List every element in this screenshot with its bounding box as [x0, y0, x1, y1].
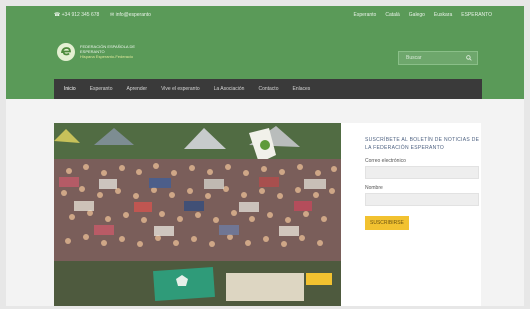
newsletter-title: SUSCRÍBETE AL BOLETÍN DE NOTICIAS DE LA …	[365, 137, 480, 151]
nav-item-aprender[interactable]: Aprender	[126, 86, 147, 92]
main-nav: Inicio Esperanto Aprender Vive el espera…	[54, 79, 482, 99]
nav-item-enlaces[interactable]: Enlaces	[292, 86, 310, 92]
language-links: Esperanto Català Galego Euskara ESPERANT…	[354, 12, 492, 18]
subscribe-button[interactable]: SUSCRIBIRSE	[365, 216, 409, 230]
top-link-esperanto-2[interactable]: ESPERANTO	[461, 12, 492, 18]
esperanto-logo[interactable]	[56, 42, 76, 62]
email-label: Correo electrónico	[365, 158, 406, 164]
nav-item-contacto[interactable]: Contacto	[258, 86, 278, 92]
content-area: SUSCRÍBETE AL BOLETÍN DE NOTICIAS DE LA …	[54, 123, 481, 306]
nav-item-vive[interactable]: Vive el esperanto	[161, 86, 200, 92]
top-link-basque[interactable]: Euskara	[434, 12, 452, 18]
newsletter-panel: SUSCRÍBETE AL BOLETÍN DE NOTICIAS DE LA …	[365, 136, 481, 230]
top-link-catalan[interactable]: Català	[385, 12, 399, 18]
name-field[interactable]	[365, 193, 479, 206]
nav-item-inicio[interactable]: Inicio	[64, 86, 76, 92]
header: ☎ +34 912 345 678 ✉ info@esperanto Esper…	[6, 6, 524, 99]
org-subtitle: Hispana Esperanto-Federacio	[80, 54, 134, 59]
contact-phone[interactable]: ☎ +34 912 345 678	[54, 12, 99, 18]
top-bar: ☎ +34 912 345 678 ✉ info@esperanto Esper…	[6, 6, 524, 26]
name-label: Nombre	[365, 185, 383, 191]
email-field[interactable]	[365, 166, 479, 179]
top-link-galician[interactable]: Galego	[409, 12, 425, 18]
org-name-block: FEDERACIÓN ESPAÑOLA DE ESPERANTO Hispana…	[80, 44, 160, 59]
search-input[interactable]: Buscar	[406, 55, 422, 61]
group-photo[interactable]	[54, 123, 341, 306]
contact-email[interactable]: ✉ info@esperanto	[110, 12, 151, 18]
nav-item-esperanto[interactable]: Esperanto	[90, 86, 113, 92]
search-icon[interactable]	[466, 55, 472, 61]
top-link-esperanto[interactable]: Esperanto	[354, 12, 377, 18]
page: ☎ +34 912 345 678 ✉ info@esperanto Esper…	[6, 6, 524, 306]
search-box[interactable]: Buscar	[398, 51, 478, 65]
org-name: FEDERACIÓN ESPAÑOLA DE ESPERANTO	[80, 44, 136, 54]
nav-item-asociacion[interactable]: La Asociación	[214, 86, 245, 92]
